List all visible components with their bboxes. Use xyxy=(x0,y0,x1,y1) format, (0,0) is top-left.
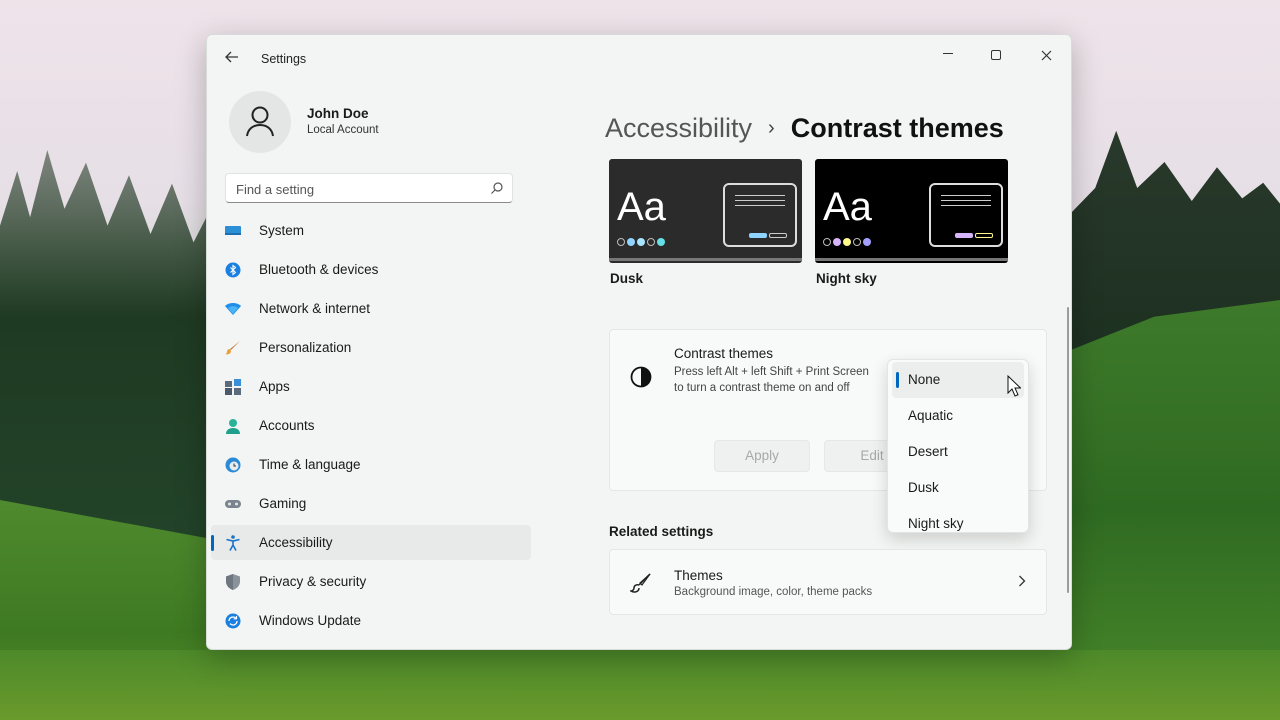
search-box[interactable] xyxy=(225,173,513,203)
person-icon xyxy=(246,106,274,137)
dropdown-option-night-sky[interactable]: Night sky xyxy=(892,506,1024,532)
arrow-left-icon xyxy=(225,51,238,63)
sidebar-item-bluetooth[interactable]: Bluetooth & devices xyxy=(211,252,531,287)
minimize-button[interactable] xyxy=(925,41,971,71)
sidebar-item-network[interactable]: Network & internet xyxy=(211,291,531,326)
themes-subtitle: Background image, color, theme packs xyxy=(674,586,873,598)
sidebar-item-apps[interactable]: Apps xyxy=(211,369,531,404)
update-icon xyxy=(225,613,241,629)
accessibility-icon xyxy=(226,535,240,551)
sidebar-item-accessibility[interactable]: Accessibility xyxy=(211,525,531,560)
avatar xyxy=(229,91,291,153)
theme-name-dusk: Dusk xyxy=(610,271,644,286)
search-input[interactable] xyxy=(236,179,476,199)
scrollbar[interactable] xyxy=(1067,307,1069,593)
user-name: John Doe xyxy=(307,106,369,121)
brush-icon xyxy=(225,341,240,355)
sidebar-item-label: Apps xyxy=(259,379,290,394)
paintbrush-icon xyxy=(630,573,651,593)
theme-sample-text: Aa xyxy=(823,185,872,229)
back-button[interactable] xyxy=(221,49,243,69)
sidebar-item-gaming[interactable]: Gaming xyxy=(211,486,531,521)
theme-color-dots xyxy=(823,233,873,251)
shield-icon xyxy=(226,574,240,590)
sidebar-item-label: Gaming xyxy=(259,496,307,511)
gamepad-icon xyxy=(225,500,241,508)
theme-preview-dusk[interactable]: Aa xyxy=(609,159,802,263)
sidebar-item-label: Privacy & security xyxy=(259,574,367,589)
breadcrumb: Accessibility › Contrast themes xyxy=(605,113,1004,144)
themes-title: Themes xyxy=(674,568,723,583)
apply-button[interactable]: Apply xyxy=(714,440,810,472)
monitor-icon xyxy=(225,226,241,235)
contrast-themes-title: Contrast themes xyxy=(674,346,774,361)
sidebar-item-time-language[interactable]: Time & language xyxy=(211,447,531,482)
theme-preview-night-sky[interactable]: Aa xyxy=(815,159,1008,263)
sidebar-item-accounts[interactable]: Accounts xyxy=(211,408,531,443)
sidebar-item-label: Windows Update xyxy=(259,613,362,628)
maximize-icon xyxy=(991,50,1001,61)
title-bar: Settings xyxy=(207,35,1071,81)
theme-color-dots xyxy=(617,233,667,251)
close-icon xyxy=(1041,50,1051,61)
sidebar-item-label: Accounts xyxy=(259,418,315,433)
minimize-icon xyxy=(943,52,953,54)
person-icon xyxy=(226,419,240,434)
sidebar-item-windows-update[interactable]: Windows Update xyxy=(211,603,531,638)
theme-name-night-sky: Night sky xyxy=(816,271,877,286)
dropdown-option-dusk[interactable]: Dusk xyxy=(892,470,1024,506)
dropdown-option-desert[interactable]: Desert xyxy=(892,434,1024,470)
contrast-themes-description: Press left Alt + left Shift + Print Scre… xyxy=(674,366,869,394)
user-profile[interactable]: John Doe Local Account xyxy=(229,91,529,153)
sidebar-item-system[interactable]: System xyxy=(211,213,531,248)
dropdown-option-none[interactable]: None xyxy=(892,362,1024,398)
wifi-icon xyxy=(225,303,241,315)
search-icon[interactable] xyxy=(490,181,504,195)
theme-sample-text: Aa xyxy=(617,185,666,229)
apps-icon xyxy=(225,379,241,395)
sidebar-item-label: Time & language xyxy=(259,457,361,472)
theme-window-thumbnail xyxy=(723,183,797,247)
dropdown-option-aquatic[interactable]: Aquatic xyxy=(892,398,1024,434)
settings-window: Settings John Doe Local Account System B… xyxy=(206,34,1072,650)
sidebar-item-privacy-security[interactable]: Privacy & security xyxy=(211,564,531,599)
app-title: Settings xyxy=(261,52,307,66)
theme-window-thumbnail xyxy=(929,183,1003,247)
account-type: Local Account xyxy=(307,124,379,136)
sidebar-item-label: Accessibility xyxy=(259,535,333,550)
globe-clock-icon xyxy=(225,457,241,473)
chevron-right-icon xyxy=(1018,574,1026,592)
sidebar-item-label: Personalization xyxy=(259,340,352,355)
background-meadow xyxy=(0,650,1280,720)
sidebar-item-label: System xyxy=(259,223,305,238)
bluetooth-icon xyxy=(225,262,241,278)
breadcrumb-parent[interactable]: Accessibility xyxy=(605,113,752,143)
sidebar-nav: System Bluetooth & devices Network & int… xyxy=(211,213,531,642)
close-button[interactable] xyxy=(1023,41,1069,71)
themes-link[interactable]: Themes Background image, color, theme pa… xyxy=(609,549,1047,615)
related-settings-heading: Related settings xyxy=(609,524,714,539)
sidebar-item-label: Bluetooth & devices xyxy=(259,262,379,277)
sidebar-item-personalization[interactable]: Personalization xyxy=(211,330,531,365)
maximize-button[interactable] xyxy=(973,41,1019,71)
breadcrumb-separator: › xyxy=(768,117,775,139)
mouse-cursor-icon xyxy=(1007,375,1021,397)
contrast-icon xyxy=(630,366,652,388)
page-title: Contrast themes xyxy=(790,113,1004,143)
sidebar-item-label: Network & internet xyxy=(259,301,371,316)
